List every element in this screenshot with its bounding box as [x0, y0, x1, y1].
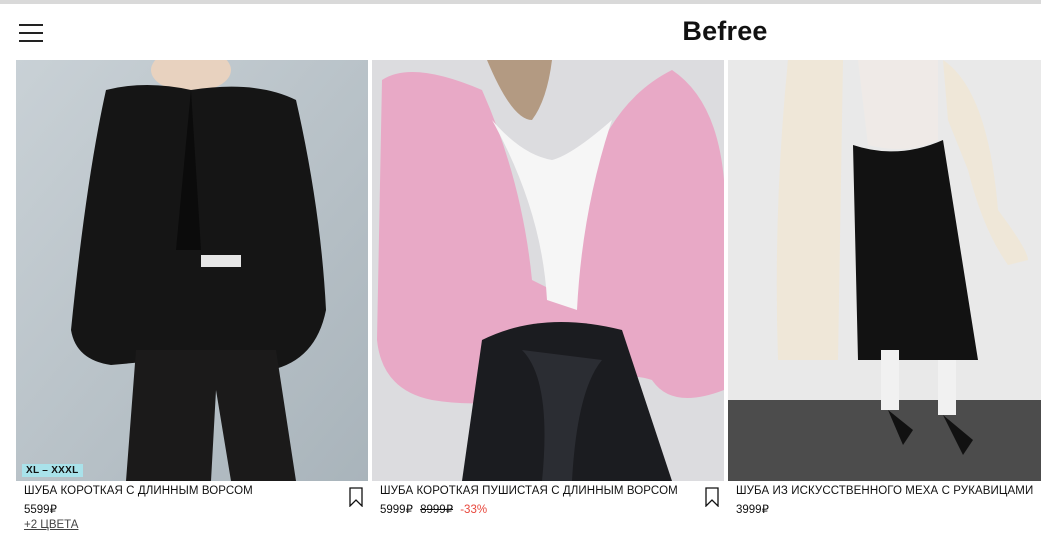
product-title[interactable]: ШУБА ИЗ ИСКУССТВЕННОГО МЕХА С РУКАВИЦАМИ: [736, 485, 1033, 497]
product-title[interactable]: ШУБА КОРОТКАЯ ПУШИСТАЯ С ДЛИННЫМ ВОРСОМ: [380, 485, 678, 497]
product-image[interactable]: [372, 60, 724, 481]
size-badge: XL – XXXL: [22, 464, 83, 477]
hamburger-menu-icon[interactable]: [19, 24, 43, 42]
more-colors-link[interactable]: +2 ЦВЕТА: [24, 519, 78, 531]
product-grid: XL – XXXL ШУБА КОРОТКАЯ С ДЛИННЫМ ВОРСОМ…: [16, 60, 1041, 539]
product-price: 3999₽: [736, 504, 769, 516]
site-header: Befree: [0, 4, 1041, 60]
bookmark-icon[interactable]: [349, 487, 363, 507]
product-card[interactable]: ШУБА КОРОТКАЯ ПУШИСТАЯ С ДЛИННЫМ ВОРСОМ …: [372, 60, 724, 539]
price-row: 5599₽: [24, 502, 57, 516]
product-card[interactable]: ШУБА ИЗ ИСКУССТВЕННОГО МЕХА С РУКАВИЦАМИ…: [728, 60, 1041, 539]
brand-logo[interactable]: Befree: [680, 16, 770, 47]
discount-label: -33%: [460, 504, 488, 516]
old-price: 8999₽: [420, 504, 454, 516]
product-title[interactable]: ШУБА КОРОТКАЯ С ДЛИННЫМ ВОРСОМ: [24, 485, 253, 497]
price-row: 5999₽ 8999₽ -33%: [380, 502, 487, 516]
bookmark-icon[interactable]: [705, 487, 719, 507]
product-price: 5599₽: [24, 504, 57, 516]
product-price: 5999₽: [380, 504, 413, 516]
product-image[interactable]: XL – XXXL: [16, 60, 368, 481]
price-row: 3999₽: [736, 502, 769, 516]
product-image[interactable]: [728, 60, 1041, 481]
product-card[interactable]: XL – XXXL ШУБА КОРОТКАЯ С ДЛИННЫМ ВОРСОМ…: [16, 60, 368, 539]
